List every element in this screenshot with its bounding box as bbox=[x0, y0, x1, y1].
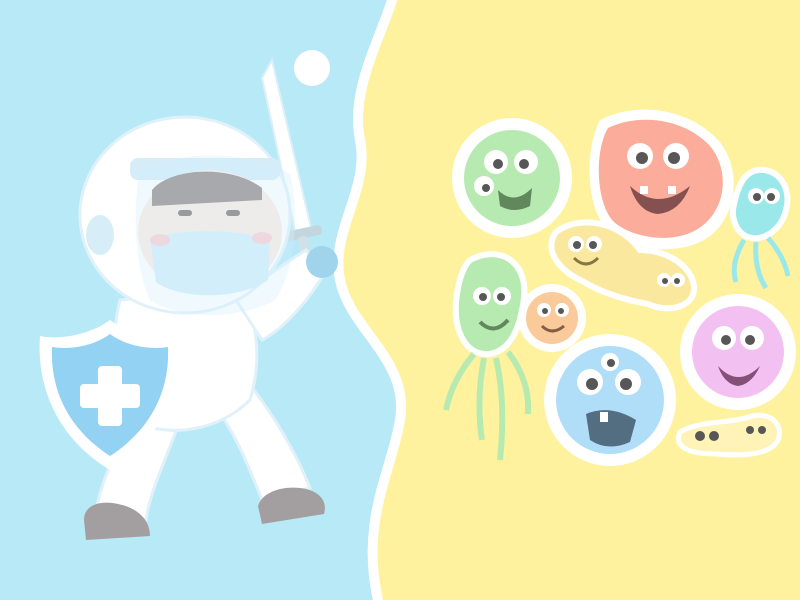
illustration-canvas bbox=[0, 0, 800, 600]
germ-battle-illustration bbox=[0, 0, 800, 600]
fade-overlay bbox=[0, 0, 800, 600]
